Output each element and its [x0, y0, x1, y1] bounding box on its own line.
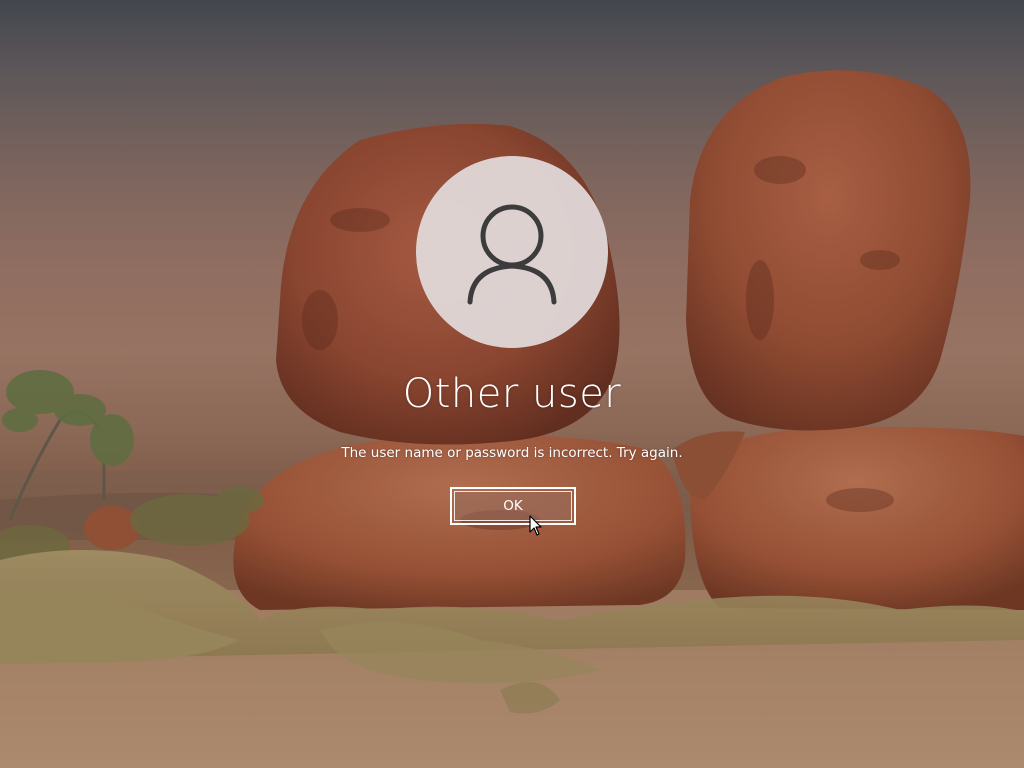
user-avatar — [416, 156, 608, 348]
ok-button-label: OK — [454, 491, 572, 521]
user-silhouette-icon — [467, 204, 557, 305]
mouse-pointer-icon — [529, 515, 542, 536]
ok-button[interactable]: OK — [450, 487, 576, 525]
username-label: Other user — [402, 371, 622, 417]
lock-screen: Other user The user name or password is … — [0, 0, 1024, 768]
error-message: The user name or password is incorrect. … — [341, 445, 683, 461]
